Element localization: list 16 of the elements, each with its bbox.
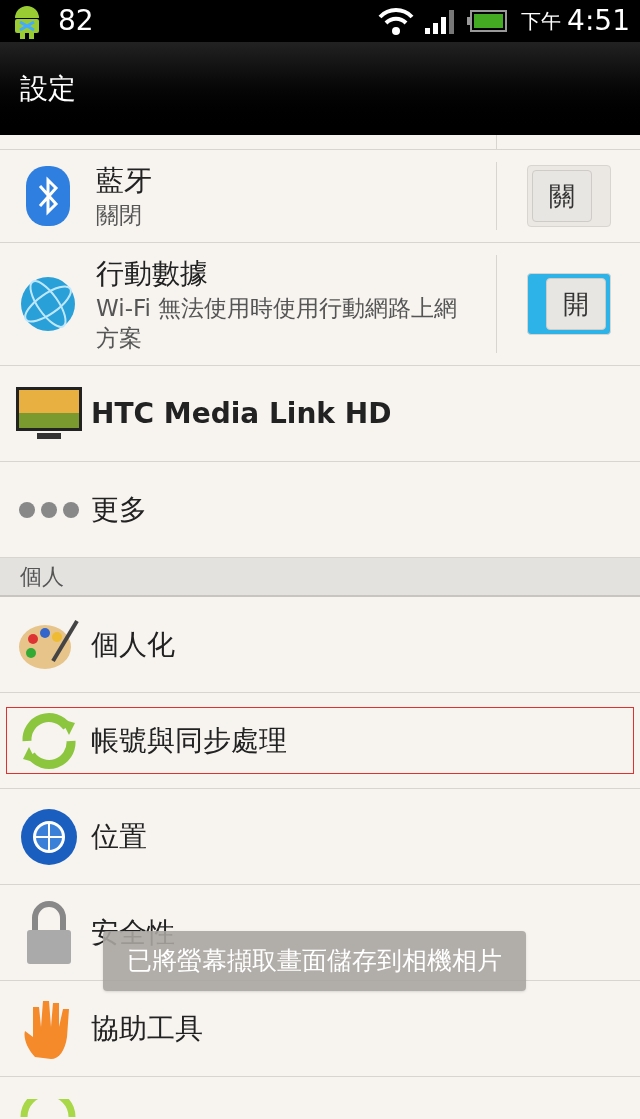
setting-summary: 關閉 [96,201,143,230]
setting-title: 位置 [91,818,147,855]
setting-title: 協助工具 [91,1010,203,1047]
setting-title: 更多 [91,491,147,528]
setting-summary: Wi-Fi 無法使用時使用行動網路上網方案 [96,294,459,353]
setting-title: 個人化 [91,626,175,663]
setting-title: 安全性 [91,914,175,949]
time-period: 下午 [521,8,562,35]
setting-title: HTC Media Link HD [91,395,392,432]
screen-title: 設定 [20,70,76,107]
setting-title: 藍牙 [96,163,153,199]
setting-title: 行動數據 [96,256,209,292]
section-header: 個人 [0,558,640,597]
notification-count: 82 [58,3,94,39]
clock: 4:51 [567,3,630,39]
setting-title: 帳號與同步處理 [91,722,287,759]
